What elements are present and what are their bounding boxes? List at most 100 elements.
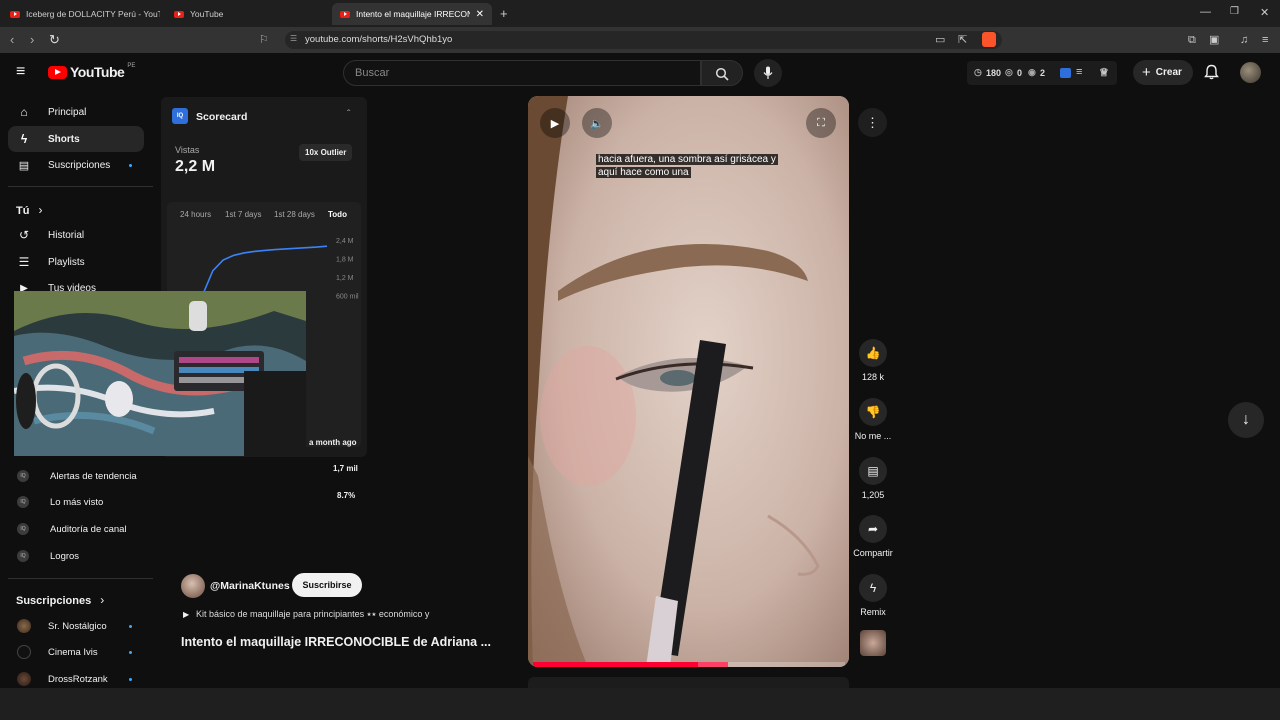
clock-icon: ◷ [974, 67, 982, 77]
vidiq-icon: IQ [17, 470, 29, 482]
sidebar-item-alertas[interactable]: IQ Alertas de tendencia [17, 466, 137, 486]
tab-iceberg[interactable]: Iceberg de DOLLACITY Perú - YouTub [2, 3, 160, 25]
sidebar-item-label: Shorts [48, 133, 80, 145]
history-icon: ↺ [18, 228, 30, 242]
close-window-icon[interactable]: ✕ [1260, 6, 1269, 19]
remix-button[interactable]: ϟ Remix [856, 574, 890, 617]
subscription-drossrotzank[interactable]: DrossRotzank [17, 669, 108, 689]
youtube-favicon-icon [340, 10, 350, 18]
playlist-link[interactable]: Kit básico de maquillaje para principian… [196, 609, 429, 620]
remix-icon: ϟ [859, 574, 887, 602]
audio-thumbnail[interactable] [860, 630, 886, 656]
range-7d[interactable]: 1st 7 days [225, 210, 261, 219]
url-text: youtube.com/shorts/H2sVhQhb1yo [305, 34, 453, 45]
account-avatar[interactable] [1240, 62, 1261, 83]
new-tab-icon[interactable]: + [500, 6, 508, 21]
picture-in-picture-overlay[interactable] [14, 291, 306, 456]
sidebar-item-historial[interactable]: ↺ Historial [8, 222, 144, 248]
sidebar-item-logros[interactable]: IQ Logros [17, 546, 79, 566]
volume-icon: 🔈 [590, 117, 604, 130]
collapse-chevron-icon[interactable]: ˆ [347, 109, 350, 120]
sidebar-heading-subscriptions[interactable]: Suscripciones › [16, 593, 104, 607]
restore-icon[interactable]: ❐ [1230, 6, 1239, 17]
subscription-sr-nostalgico[interactable]: Sr. Nostálgico [17, 616, 107, 636]
reload-icon[interactable]: ↻ [49, 32, 60, 48]
subscription-cinema-ivis[interactable]: Cinema Ivis [17, 642, 98, 662]
video-title[interactable]: Intento el maquillaje IRRECONOCIBLE de A… [181, 635, 491, 649]
sidebar-item-suscripciones[interactable]: ▤ Suscripciones [8, 152, 144, 178]
range-all[interactable]: Todo [328, 210, 347, 219]
y-tick-label: 2,4 M [336, 238, 354, 245]
bookmark-icon[interactable]: ⚐ [259, 32, 269, 48]
search-placeholder: Buscar [355, 67, 390, 79]
y-tick-label: 1,8 M [336, 257, 354, 264]
comments-button[interactable]: ▤ 1,205 [856, 457, 890, 500]
like-button[interactable]: 👍 128 k [856, 339, 890, 382]
sidebar-item-lo-mas-visto[interactable]: IQ Lo más visto [17, 492, 103, 512]
youtube-logo-icon [48, 65, 67, 79]
share-button[interactable]: ➦ Compartir [853, 515, 893, 558]
channel-avatar [17, 645, 31, 659]
create-button[interactable]: + Crear [1133, 60, 1193, 85]
sidebar-item-label: Suscripciones [48, 159, 111, 171]
close-tab-icon[interactable]: ✕ [476, 9, 484, 20]
remix-label: Remix [860, 607, 886, 617]
tab-label: Intento el maquillaje IRRECONOC [356, 9, 470, 19]
sidebar-heading-you[interactable]: Tú › [16, 203, 43, 217]
scorecard-title: Scorecard [196, 111, 248, 123]
share-page-icon[interactable]: ⇱ [958, 33, 967, 47]
address-bar-row: ‹ › ↻ ⚐ ☰ youtube.com/shorts/H2sVhQhb1yo… [0, 27, 1280, 53]
hamburger-menu-icon[interactable]: ≡ [16, 63, 25, 81]
youtube-logo[interactable]: YouTube PE [48, 63, 135, 80]
y-tick-label: 600 mil [336, 294, 359, 301]
forward-icon[interactable]: › [30, 32, 34, 48]
sidebar-item-playlists[interactable]: ☰ Playlists [8, 249, 144, 275]
search-icon [715, 67, 729, 81]
metric-2: 8.7% [337, 491, 356, 500]
site-info-icon[interactable]: ☰ [290, 34, 297, 43]
shorts-video-player[interactable]: hacia afuera, una sombra así grisácea y … [528, 96, 849, 667]
next-video-arrow-icon[interactable]: ↓ [1228, 402, 1264, 438]
extensions-icon[interactable]: ⧉ [1188, 33, 1196, 47]
browser-menu-icon[interactable]: ≡ [1262, 33, 1268, 47]
fullscreen-icon: ⛶ [817, 116, 825, 129]
sidebar-item-auditoria[interactable]: IQ Auditoría de canal [17, 519, 127, 539]
range-28d[interactable]: 1st 28 days [274, 210, 315, 219]
notifications-bell-icon[interactable] [1204, 64, 1219, 80]
subscribe-button[interactable]: Suscribirse [292, 573, 362, 597]
sidebar-divider [8, 578, 153, 579]
video-progress-bar[interactable] [533, 662, 845, 667]
share-label: Compartir [853, 548, 893, 558]
voice-search-button[interactable] [754, 59, 782, 87]
fullscreen-button[interactable]: ⛶ [806, 108, 836, 138]
media-controls-icon[interactable]: ♫ [1240, 33, 1248, 47]
url-field[interactable]: ☰ youtube.com/shorts/H2sVhQhb1yo [285, 31, 1002, 49]
back-icon[interactable]: ‹ [10, 32, 14, 48]
more-options-icon[interactable]: ⋮ [858, 108, 887, 137]
vidiq-badge-icon: IQ [172, 108, 188, 124]
channel-avatar[interactable] [181, 574, 205, 598]
search-input[interactable]: Buscar [343, 60, 701, 86]
play-button[interactable]: ▶ [540, 108, 570, 138]
playlist-play-icon: ▶ [183, 610, 190, 619]
channel-handle[interactable]: @MarinaKtunes [210, 580, 290, 592]
range-24h[interactable]: 24 hours [180, 210, 211, 219]
tab-active-video[interactable]: Intento el maquillaje IRRECONOC ✕ [332, 3, 492, 25]
dislike-button[interactable]: 👎 No me ... [855, 398, 891, 441]
minimize-icon[interactable]: — [1200, 6, 1211, 18]
trophy-icon[interactable]: ♕ [1099, 66, 1109, 79]
brave-shield-icon[interactable] [982, 32, 996, 47]
sidebar-item-shorts[interactable]: ϟ Shorts [8, 126, 144, 152]
vidiq-icon[interactable] [1060, 68, 1071, 78]
search-button[interactable] [701, 60, 743, 86]
sidebar-panel-icon[interactable]: ▣ [1209, 33, 1219, 47]
stat-watching: 2 [1040, 68, 1046, 78]
sidebar-item-principal[interactable]: ⌂ Principal [8, 99, 144, 125]
cast-icon[interactable]: ▭ [935, 33, 945, 47]
tab-label: YouTube [190, 9, 224, 19]
tab-youtube[interactable]: YouTube [166, 3, 326, 25]
mute-button[interactable]: 🔈 [582, 108, 612, 138]
new-content-dot [129, 678, 132, 681]
stat-likes: 0 [1017, 68, 1023, 78]
list-icon[interactable]: ≡ [1076, 66, 1082, 78]
